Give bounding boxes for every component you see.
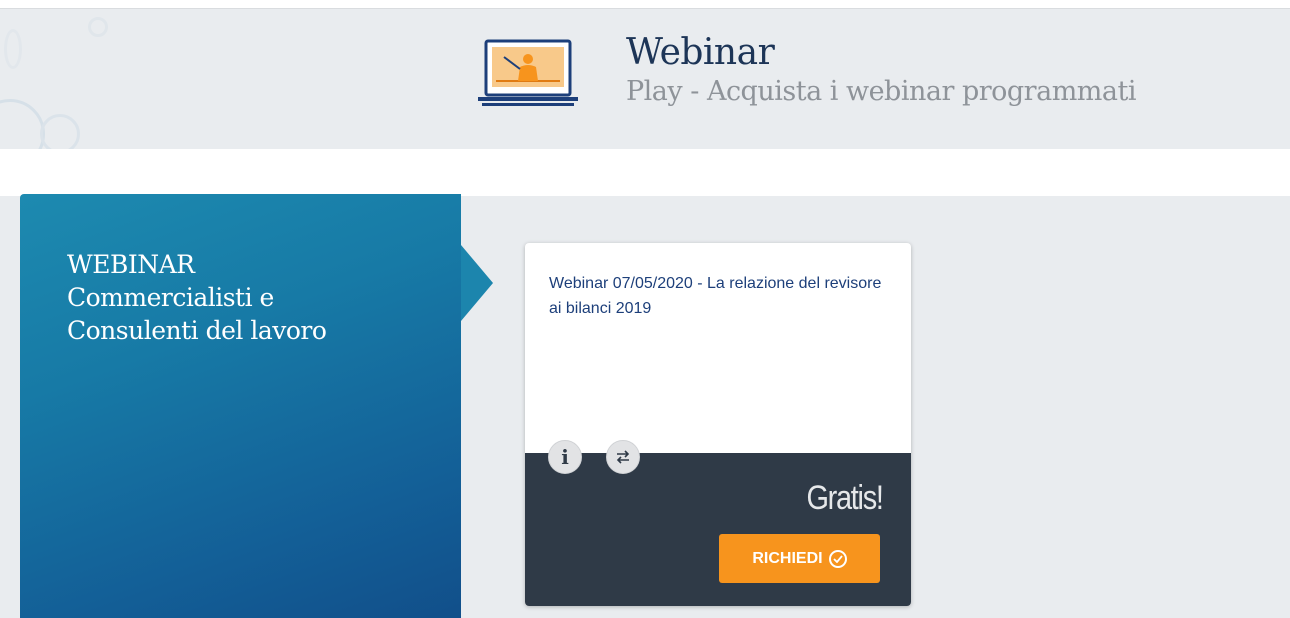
- top-rule: [0, 0, 1290, 9]
- info-icon: i: [561, 445, 569, 469]
- request-button[interactable]: RICHIEDI: [719, 534, 880, 583]
- info-button[interactable]: i: [548, 440, 582, 474]
- category-title-line: Consulenti del lavoro: [67, 316, 327, 345]
- page-subtitle: Play - Acquista i webinar programmati: [626, 76, 1136, 107]
- category-title-line: Commercialisti e: [67, 283, 274, 312]
- category-title: WEBINAR Commercialisti e Consulenti del …: [67, 248, 447, 347]
- check-circle-icon: [828, 549, 847, 568]
- webinar-card[interactable]: Webinar 07/05/2020 - La relazione del re…: [525, 243, 911, 606]
- swap-arrows-icon: [616, 450, 630, 464]
- decorative-circle: [88, 17, 108, 37]
- price-label: Gratis!: [806, 479, 884, 517]
- presenter-screen-icon: [478, 39, 578, 106]
- webinar-title[interactable]: Webinar 07/05/2020 - La relazione del re…: [549, 271, 894, 321]
- request-button-label: RICHIEDI: [752, 549, 823, 567]
- category-title-line: WEBINAR: [67, 250, 195, 279]
- page-title: Webinar: [626, 32, 775, 73]
- decorative-circle: [40, 114, 80, 149]
- card-footer: [525, 453, 911, 606]
- decorative-circle: [0, 99, 45, 149]
- compare-button[interactable]: [606, 440, 640, 474]
- category-panel-arrow: [461, 245, 493, 321]
- decorative-circle: [4, 29, 22, 69]
